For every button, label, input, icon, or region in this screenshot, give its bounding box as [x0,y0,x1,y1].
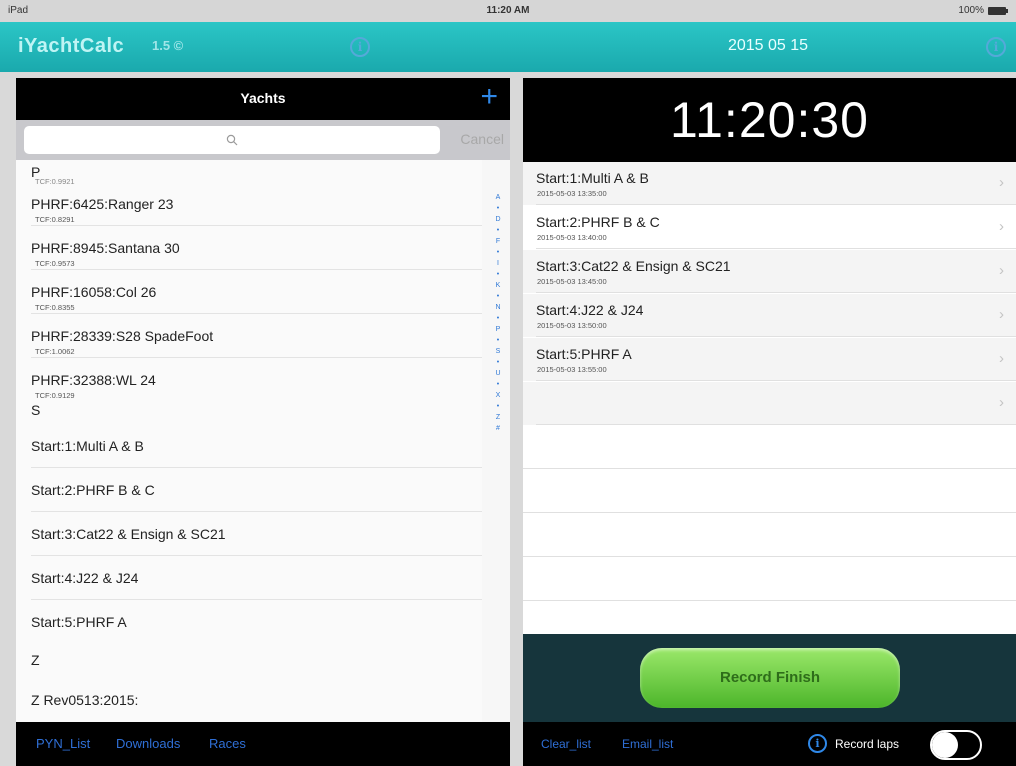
list-item[interactable]: PHRF:16058:Col 26 TCF:0.8355 [16,270,482,314]
table-row[interactable]: Start:5:PHRF A 2015-05-03 13:55:00 › [523,338,1016,381]
battery-indicator: 100% [958,5,1008,16]
record-laps-label: Record laps [835,737,900,751]
battery-percent: 100% [958,5,984,16]
chevron-right-icon: › [999,174,1004,191]
cancel-button[interactable]: Cancel [460,131,504,147]
section-header-s: S [31,402,41,418]
chevron-right-icon: › [999,262,1004,279]
yacht-list: P TCF:0.9921 PHRF:6425:Ranger 23 TCF:0.8… [16,160,482,722]
table-row[interactable]: Start:2:PHRF B & C 2015-05-03 13:40:00 › [523,206,1016,249]
battery-icon [988,6,1008,15]
yachts-title: Yachts [240,90,286,106]
split-divider [510,78,523,766]
section-index[interactable]: A • D • F • I • K • N • P • S • U • X • … [492,192,504,434]
add-yacht-button[interactable]: + [480,80,498,114]
table-row[interactable]: Start:4:J22 & J24 2015-05-03 13:50:00 › [523,294,1016,337]
table-row[interactable]: Start:1:Multi A & B 2015-05-03 13:35:00 … [523,162,1016,205]
email-list-link[interactable]: Email_list [622,737,673,751]
yachts-header: Yachts + [16,78,510,120]
right-toolbar: Clear_list Email_list i Record laps [523,722,1016,766]
status-time: 11:20 AM [486,5,530,16]
header-date: 2015 05 15 [727,37,809,54]
list-item[interactable]: Start:1:Multi A & B [16,424,482,468]
table-row[interactable]: › [523,382,1016,425]
chevron-right-icon: › [999,306,1004,323]
list-item[interactable]: Start:5:PHRF A [16,600,482,644]
downloads-link[interactable]: Downloads [116,736,180,751]
info-icon[interactable]: i [350,37,370,57]
chevron-right-icon: › [999,218,1004,235]
info-icon-right[interactable]: i [986,37,1006,57]
record-laps-toggle[interactable] [930,730,982,760]
list-item[interactable]: PHRF:28339:S28 SpadeFoot TCF:1.0062 [16,314,482,358]
search-bar: Cancel [16,120,510,160]
list-item[interactable]: PHRF:32388:WL 24 TCF:0.9129 [16,358,482,402]
list-item[interactable]: PHRF:8945:Santana 30 TCF:0.9573 [16,226,482,270]
empty-row [523,426,1016,469]
races-link[interactable]: Races [209,736,246,751]
chevron-right-icon: › [999,394,1004,411]
empty-row [523,514,1016,557]
status-bar: iPad 11:20 AM 100% [0,0,1016,22]
title-bar: iYachtCalc 1.5 © i 2015 05 15 i [0,22,1016,72]
list-item[interactable]: Start:3:Cat22 & Ensign & SC21 [16,512,482,556]
app-name: iYachtCalc [18,35,125,57]
yachts-panel: Yachts + Cancel P TCF:0.9921 PHRF:6425:R… [16,78,510,722]
chevron-right-icon: › [999,350,1004,367]
list-item[interactable]: PHRF:6425:Ranger 23 TCF:0.8291 [16,182,482,226]
table-row[interactable]: Start:3:Cat22 & Ensign & SC21 2015-05-03… [523,250,1016,293]
record-area: Record Finish [523,634,1016,722]
info-icon-laps[interactable]: i [808,734,827,753]
list-item[interactable]: Z Rev0513:2015: [16,678,482,722]
empty-row [523,470,1016,513]
toggle-knob [932,732,958,758]
clear-list-link[interactable]: Clear_list [541,737,591,751]
section-header-z: Z [31,652,40,668]
empty-row [523,558,1016,601]
record-finish-button[interactable]: Record Finish [640,648,900,708]
app-version: 1.5 © [152,38,184,53]
list-item[interactable]: Start:2:PHRF B & C [16,468,482,512]
list-item[interactable]: Start:4:J22 & J24 [16,556,482,600]
search-icon [226,134,238,146]
section-header-p: P TCF:0.9921 [31,164,75,186]
search-input[interactable] [24,126,440,154]
clock-display: 11:20:30 [523,78,1016,162]
left-toolbar: PYN_List Downloads Races [16,722,510,766]
starts-list: Start:1:Multi A & B 2015-05-03 13:35:00 … [523,162,1016,634]
pyn-list-link[interactable]: PYN_List [36,736,90,751]
